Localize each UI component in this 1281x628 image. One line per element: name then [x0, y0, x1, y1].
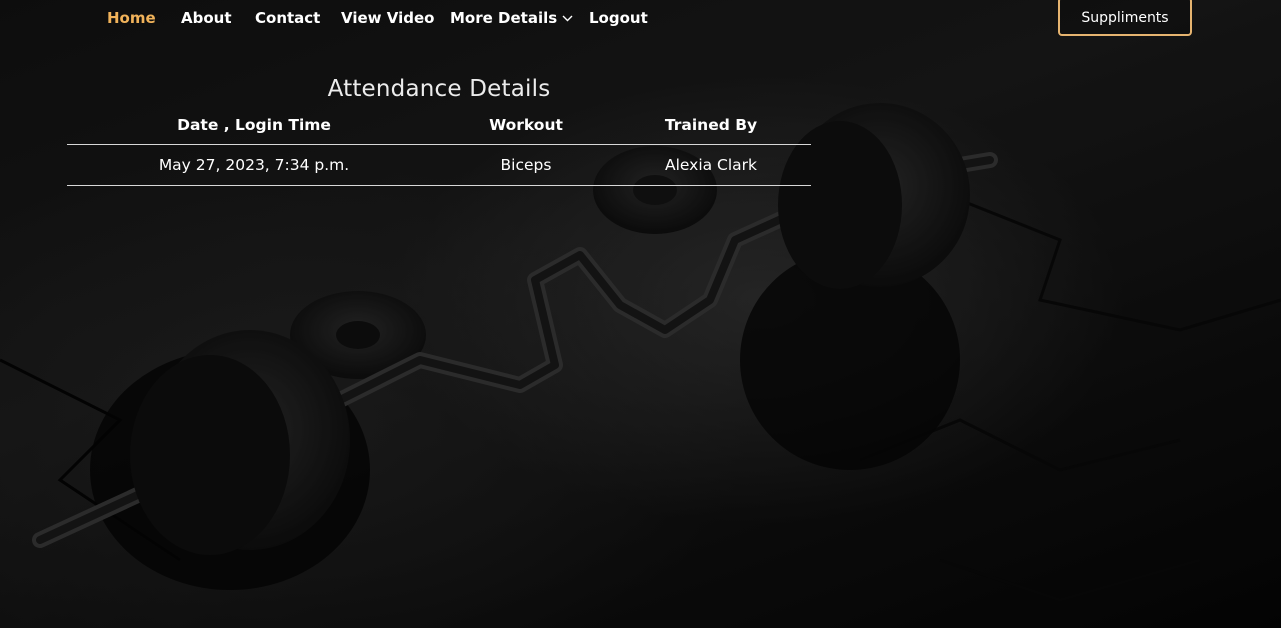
table-row: May 27, 2023, 7:34 p.m. Biceps Alexia Cl…: [67, 144, 811, 186]
cell-trained-by: Alexia Clark: [611, 144, 811, 186]
nav-about-link[interactable]: About: [181, 9, 232, 27]
nav-more-details-label: More Details: [450, 9, 558, 27]
nav-logout-link[interactable]: Logout: [589, 9, 648, 27]
column-header-date-login-time: Date , Login Time: [67, 106, 441, 145]
nav-view-video-link[interactable]: View Video: [341, 9, 434, 27]
top-navigation: Home About Contact View Video More Detai…: [0, 0, 1281, 38]
page: Home About Contact View Video More Detai…: [0, 0, 1281, 628]
cell-date-login-time: May 27, 2023, 7:34 p.m.: [67, 144, 441, 186]
chevron-down-icon: [562, 15, 573, 22]
table-header-row: Date , Login Time Workout Trained By: [67, 106, 811, 145]
attendance-title: Attendance Details: [327, 76, 551, 102]
nav-home-link[interactable]: Home: [107, 9, 156, 27]
column-header-workout: Workout: [441, 106, 611, 145]
suppliments-button[interactable]: Suppliments: [1058, 0, 1192, 36]
column-header-trained-by: Trained By: [611, 106, 811, 145]
nav-contact-link[interactable]: Contact: [255, 9, 320, 27]
cell-workout: Biceps: [441, 144, 611, 186]
nav-more-details-dropdown[interactable]: More Details: [450, 9, 573, 27]
attendance-table: Date , Login Time Workout Trained By May…: [67, 106, 811, 186]
